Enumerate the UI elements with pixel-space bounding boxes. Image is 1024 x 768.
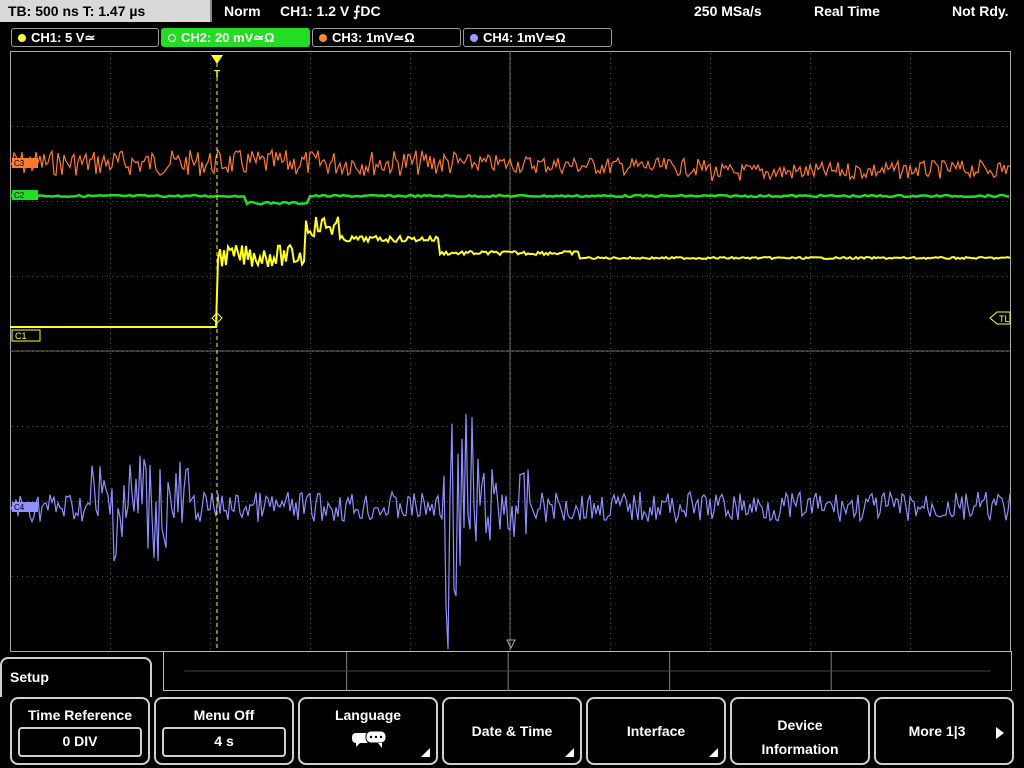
submenu-indicator-icon xyxy=(709,748,718,757)
language-label: Language xyxy=(334,707,402,723)
channel-tab-ch2[interactable]: CH2: 20 mV≃Ω xyxy=(161,28,310,47)
speech-bubbles-icon xyxy=(352,730,387,748)
ch2-marker-label: C2 xyxy=(14,191,25,200)
status-bar: TB: 500 ns T: 1.47 µs Norm CH1: 1.2 V ⨍D… xyxy=(0,0,1024,25)
time-reference-label: Time Reference xyxy=(27,707,132,723)
more-button[interactable]: More 1|3 xyxy=(874,697,1014,765)
sample-rate: 250 MSa/s xyxy=(694,3,762,19)
ch2-dot-icon xyxy=(168,34,176,42)
ch4-marker-label: C4 xyxy=(14,503,25,512)
language-button[interactable]: Language xyxy=(298,697,438,765)
menu-off-button[interactable]: Menu Off 4 s xyxy=(154,697,294,765)
acquisition-mode: Real Time xyxy=(814,3,880,19)
device-information-label: Device Information xyxy=(732,713,868,761)
submenu-indicator-icon xyxy=(421,748,430,757)
trigger-mode[interactable]: Norm xyxy=(224,3,261,19)
channel-bar: CH1: 5 V≃ CH2: 20 mV≃Ω CH3: 1mV≃Ω CH4: 1… xyxy=(0,28,1024,48)
channel-label: CH4: 1mV≃Ω xyxy=(483,30,566,45)
trigger-level-label: TL xyxy=(999,314,1010,324)
menu-off-label: Menu Off xyxy=(193,707,255,723)
ch4-dot-icon xyxy=(470,34,478,42)
ch1-dot-icon xyxy=(18,34,26,42)
menu-off-value: 4 s xyxy=(162,727,286,757)
trigger-marker-label: T xyxy=(214,69,220,80)
submenu-indicator-icon xyxy=(565,748,574,757)
ch3-dot-icon xyxy=(319,34,327,42)
waveform-display[interactable]: T TL C1 C2 C3 C4 xyxy=(10,51,1011,652)
menu-title: Setup xyxy=(0,657,152,697)
device-information-line2: Information xyxy=(761,741,839,757)
more-label: More 1|3 xyxy=(908,723,966,739)
trigger-readout[interactable]: CH1: 1.2 V ⨍DC xyxy=(280,3,381,20)
time-reference-button[interactable]: Time Reference 0 DIV xyxy=(10,697,150,765)
channel-label: CH2: 20 mV≃Ω xyxy=(181,30,275,45)
timebase-readout[interactable]: TB: 500 ns T: 1.47 µs xyxy=(0,0,212,22)
channel-label: CH3: 1mV≃Ω xyxy=(332,30,415,45)
chevron-right-icon xyxy=(996,727,1004,739)
time-reference-value: 0 DIV xyxy=(18,727,142,757)
channel-tab-ch1[interactable]: CH1: 5 V≃ xyxy=(11,28,159,47)
trigger-status: Not Rdy. xyxy=(952,3,1009,19)
device-information-line1: Device xyxy=(777,717,823,733)
interface-label: Interface xyxy=(626,723,686,739)
info-strip xyxy=(163,651,1012,691)
interface-button[interactable]: Interface xyxy=(586,697,726,765)
channel-tab-ch4[interactable]: CH4: 1mV≃Ω xyxy=(463,28,612,47)
date-time-button[interactable]: Date & Time xyxy=(442,697,582,765)
channel-label: CH1: 5 V≃ xyxy=(31,30,96,45)
channel-tab-ch3[interactable]: CH3: 1mV≃Ω xyxy=(312,28,461,47)
ch3-marker-label: C3 xyxy=(14,159,25,168)
ch1-marker-label: C1 xyxy=(15,331,27,341)
device-information-button[interactable]: Device Information xyxy=(730,697,870,765)
date-time-label: Date & Time xyxy=(471,723,553,739)
